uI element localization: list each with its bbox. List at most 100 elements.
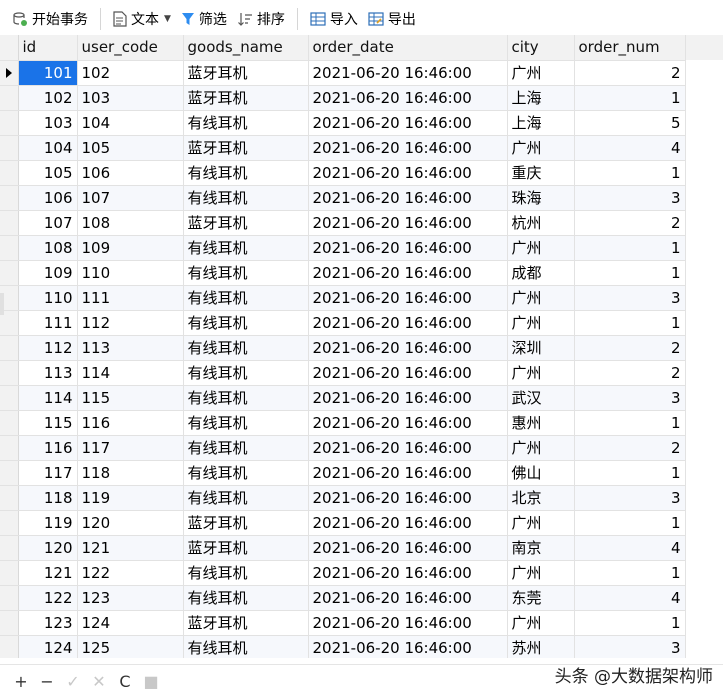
- cell-city[interactable]: 东莞: [507, 585, 575, 611]
- chevron-down-icon[interactable]: ▼: [164, 14, 171, 24]
- cell-order-num[interactable]: 1: [574, 310, 686, 336]
- cell-id[interactable]: 115: [18, 410, 78, 436]
- cell-order-date[interactable]: 2021-06-20 16:46:00: [308, 510, 508, 536]
- cell-goods-name[interactable]: 有线耳机: [183, 335, 309, 361]
- cell-order-num[interactable]: 3: [574, 635, 686, 658]
- cell-user-code[interactable]: 117: [77, 435, 184, 461]
- cell-user-code[interactable]: 116: [77, 410, 184, 436]
- table-row[interactable]: 108 109 有线耳机 2021-06-20 16:46:00 广州 1: [0, 235, 686, 261]
- row-header[interactable]: [0, 535, 19, 561]
- table-row[interactable]: 107 108 蓝牙耳机 2021-06-20 16:46:00 杭州 2: [0, 210, 686, 236]
- cell-goods-name[interactable]: 有线耳机: [183, 410, 309, 436]
- export-button[interactable]: 导出: [364, 6, 420, 32]
- discard-changes-button[interactable]: ✕: [88, 671, 110, 693]
- cell-id[interactable]: 122: [18, 585, 78, 611]
- cell-user-code[interactable]: 120: [77, 510, 184, 536]
- cell-city[interactable]: 广州: [507, 435, 575, 461]
- cell-order-date[interactable]: 2021-06-20 16:46:00: [308, 585, 508, 611]
- cell-goods-name[interactable]: 蓝牙耳机: [183, 210, 309, 236]
- cell-id[interactable]: 102: [18, 85, 78, 111]
- cell-city[interactable]: 深圳: [507, 335, 575, 361]
- cell-goods-name[interactable]: 有线耳机: [183, 260, 309, 286]
- cell-order-date[interactable]: 2021-06-20 16:46:00: [308, 485, 508, 511]
- cell-city[interactable]: 北京: [507, 485, 575, 511]
- cell-order-date[interactable]: 2021-06-20 16:46:00: [308, 385, 508, 411]
- row-header[interactable]: [0, 610, 19, 636]
- cell-city[interactable]: 广州: [507, 610, 575, 636]
- table-row[interactable]: 106 107 有线耳机 2021-06-20 16:46:00 珠海 3: [0, 185, 686, 211]
- cell-user-code[interactable]: 115: [77, 385, 184, 411]
- cell-city[interactable]: 苏州: [507, 635, 575, 658]
- table-row[interactable]: 119 120 蓝牙耳机 2021-06-20 16:46:00 广州 1: [0, 510, 686, 536]
- cell-order-num[interactable]: 4: [574, 585, 686, 611]
- cell-user-code[interactable]: 110: [77, 260, 184, 286]
- row-header[interactable]: [0, 635, 19, 658]
- cell-user-code[interactable]: 119: [77, 485, 184, 511]
- cell-user-code[interactable]: 104: [77, 110, 184, 136]
- row-header[interactable]: [0, 85, 19, 111]
- column-header-order-date[interactable]: order_date: [308, 35, 508, 61]
- cell-order-num[interactable]: 2: [574, 360, 686, 386]
- cell-id[interactable]: 107: [18, 210, 78, 236]
- cell-id[interactable]: 109: [18, 260, 78, 286]
- cell-order-num[interactable]: 4: [574, 535, 686, 561]
- cell-order-date[interactable]: 2021-06-20 16:46:00: [308, 635, 508, 658]
- table-row[interactable]: 111 112 有线耳机 2021-06-20 16:46:00 广州 1: [0, 310, 686, 336]
- cell-goods-name[interactable]: 蓝牙耳机: [183, 85, 309, 111]
- cell-goods-name[interactable]: 有线耳机: [183, 160, 309, 186]
- cell-city[interactable]: 珠海: [507, 185, 575, 211]
- cell-goods-name[interactable]: 蓝牙耳机: [183, 60, 309, 86]
- cell-user-code[interactable]: 105: [77, 135, 184, 161]
- cell-order-num[interactable]: 2: [574, 210, 686, 236]
- row-header[interactable]: [0, 410, 19, 436]
- table-row[interactable]: 102 103 蓝牙耳机 2021-06-20 16:46:00 上海 1: [0, 85, 686, 111]
- column-header-order-num[interactable]: order_num: [574, 35, 686, 61]
- cell-id[interactable]: 108: [18, 235, 78, 261]
- cell-order-date[interactable]: 2021-06-20 16:46:00: [308, 410, 508, 436]
- cell-city[interactable]: 广州: [507, 360, 575, 386]
- row-header[interactable]: [0, 335, 19, 361]
- add-record-button[interactable]: +: [10, 671, 32, 693]
- table-row[interactable]: 120 121 蓝牙耳机 2021-06-20 16:46:00 南京 4: [0, 535, 686, 561]
- cell-order-num[interactable]: 2: [574, 435, 686, 461]
- table-row[interactable]: 121 122 有线耳机 2021-06-20 16:46:00 广州 1: [0, 560, 686, 586]
- cell-order-num[interactable]: 1: [574, 85, 686, 111]
- cell-id[interactable]: 121: [18, 560, 78, 586]
- cell-city[interactable]: 重庆: [507, 160, 575, 186]
- cell-city[interactable]: 广州: [507, 235, 575, 261]
- cell-order-date[interactable]: 2021-06-20 16:46:00: [308, 435, 508, 461]
- cell-user-code[interactable]: 103: [77, 85, 184, 111]
- cell-city[interactable]: 广州: [507, 135, 575, 161]
- cell-goods-name[interactable]: 有线耳机: [183, 485, 309, 511]
- cell-id[interactable]: 110: [18, 285, 78, 311]
- column-header-user-code[interactable]: user_code: [77, 35, 184, 61]
- cell-city[interactable]: 上海: [507, 110, 575, 136]
- table-row[interactable]: 123 124 蓝牙耳机 2021-06-20 16:46:00 广州 1: [0, 610, 686, 636]
- cell-goods-name[interactable]: 有线耳机: [183, 235, 309, 261]
- cell-id[interactable]: 118: [18, 485, 78, 511]
- row-header[interactable]: [0, 360, 19, 386]
- row-header[interactable]: [0, 510, 19, 536]
- cell-goods-name[interactable]: 有线耳机: [183, 585, 309, 611]
- cell-goods-name[interactable]: 有线耳机: [183, 385, 309, 411]
- cell-user-code[interactable]: 107: [77, 185, 184, 211]
- import-button[interactable]: 导入: [306, 6, 362, 32]
- cell-id[interactable]: 104: [18, 135, 78, 161]
- cell-order-num[interactable]: 1: [574, 610, 686, 636]
- cell-order-date[interactable]: 2021-06-20 16:46:00: [308, 285, 508, 311]
- cell-order-date[interactable]: 2021-06-20 16:46:00: [308, 160, 508, 186]
- cell-order-num[interactable]: 2: [574, 335, 686, 361]
- cell-id[interactable]: 113: [18, 360, 78, 386]
- cell-id[interactable]: 111: [18, 310, 78, 336]
- cell-city[interactable]: 成都: [507, 260, 575, 286]
- row-header[interactable]: [0, 185, 19, 211]
- row-header[interactable]: [0, 260, 19, 286]
- stop-button[interactable]: ■: [140, 671, 162, 693]
- cell-user-code[interactable]: 118: [77, 460, 184, 486]
- cell-order-num[interactable]: 1: [574, 235, 686, 261]
- cell-order-date[interactable]: 2021-06-20 16:46:00: [308, 110, 508, 136]
- row-header[interactable]: [0, 485, 19, 511]
- cell-id[interactable]: 105: [18, 160, 78, 186]
- cell-order-date[interactable]: 2021-06-20 16:46:00: [308, 210, 508, 236]
- cell-order-num[interactable]: 3: [574, 385, 686, 411]
